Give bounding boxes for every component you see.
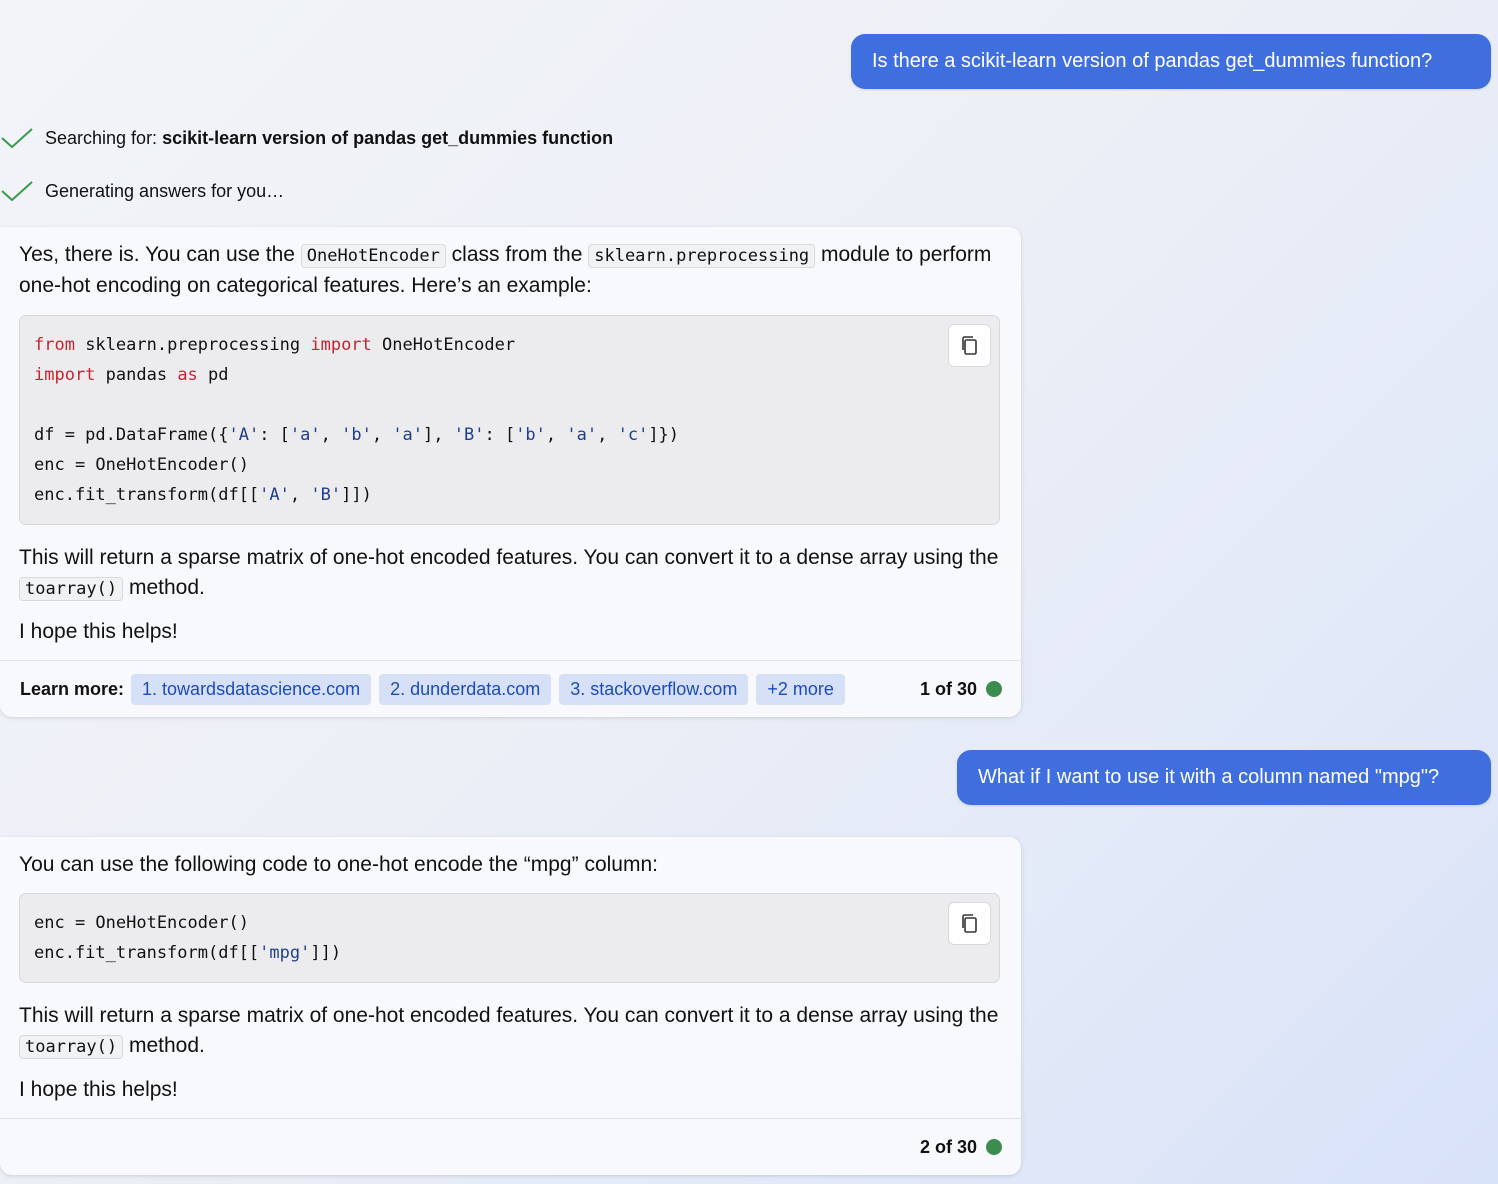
code-keyword: import — [310, 335, 372, 355]
code-string: 'A' — [228, 425, 260, 445]
status-generating-text: Generating answers for you… — [45, 180, 285, 201]
status-searching: Searching for: scikit-learn version of p… — [0, 126, 613, 150]
copy-code-button[interactable] — [948, 902, 991, 945]
code-line: from sklearn.preprocessing import OneHot… — [34, 330, 679, 360]
checkmark-icon — [1, 181, 33, 202]
source-link[interactable]: 2. dunderdata.com — [379, 673, 552, 705]
response-closing: I hope this helps! — [19, 620, 178, 643]
code-lines: from sklearn.preprocessing import OneHot… — [34, 330, 679, 510]
code-line: enc.fit_transform(df[['mpg']]) — [34, 938, 341, 968]
code-string: 'b' — [515, 425, 546, 445]
code-line: import pandas as pd — [34, 360, 679, 390]
user-message: What if I want to use it with a column n… — [957, 750, 1491, 805]
response-closing: I hope this helps! — [19, 1078, 178, 1101]
response-footer: Learn more: 1. towardsdatascience.com 2.… — [0, 660, 1021, 717]
code-token: ], — [423, 425, 454, 445]
response-explanation: This will return a sparse matrix of one-… — [0, 1001, 1021, 1062]
code-token: enc.fit_transform(df[[ — [34, 943, 260, 963]
status-dot — [986, 681, 1002, 697]
code-block: from sklearn.preprocessing import OneHot… — [19, 315, 1000, 525]
intro-text: class from the — [445, 243, 589, 266]
code-line: enc = OneHotEncoder() — [34, 913, 249, 933]
code-keyword: import — [34, 365, 96, 385]
inline-code: toarray() — [19, 1035, 124, 1059]
code-string: 'A' — [259, 485, 290, 505]
bot-response-card: Yes, there is. You can use the OneHotEnc… — [0, 227, 1021, 717]
code-block: enc = OneHotEncoder() enc.fit_transform(… — [19, 893, 1000, 983]
copy-icon — [961, 335, 977, 355]
inline-code: sklearn.preprocessing — [588, 244, 816, 268]
bot-response-card: You can use the following code to one-ho… — [0, 837, 1021, 1175]
code-string: 'B' — [453, 425, 485, 445]
status-dot — [986, 1139, 1002, 1155]
code-token: OneHotEncoder — [371, 335, 516, 355]
code-token: df = pd.DataFrame({ — [34, 425, 229, 445]
code-token: , — [320, 425, 342, 445]
turn-counter-text: 1 of 30 — [919, 678, 977, 699]
turn-counter-text: 2 of 30 — [919, 1136, 977, 1157]
more-sources-button[interactable]: +2 more — [756, 673, 845, 705]
code-line: enc.fit_transform(df[['A', 'B']]) — [34, 480, 679, 510]
code-token: , — [545, 425, 567, 445]
explanation-text: method. — [123, 576, 205, 599]
turn-counter: 1 of 30 — [920, 679, 1002, 700]
code-token: : [ — [259, 425, 290, 445]
code-token: ]}) — [648, 425, 680, 445]
intro-text: Yes, there is. You can use the — [19, 243, 301, 266]
response-intro: You can use the following code to one-ho… — [19, 853, 658, 876]
explanation-text: This will return a sparse matrix of one-… — [19, 546, 999, 569]
status-search-query: scikit-learn version of pandas get_dummi… — [162, 127, 614, 148]
code-string: 'a' — [566, 425, 598, 445]
response-intro: Yes, there is. You can use the OneHotEnc… — [0, 240, 1021, 301]
response-explanation: This will return a sparse matrix of one-… — [0, 543, 1021, 604]
code-token: pandas — [95, 365, 178, 385]
turn-counter: 2 of 30 — [920, 1137, 1002, 1158]
code-lines: enc = OneHotEncoder() enc.fit_transform(… — [34, 908, 341, 968]
code-token: , — [371, 425, 393, 445]
code-token: pd — [197, 365, 229, 385]
code-token: , — [289, 485, 311, 505]
copy-code-button[interactable] — [948, 324, 991, 367]
source-link[interactable]: 3. stackoverflow.com — [559, 673, 749, 705]
user-message: Is there a scikit-learn version of panda… — [851, 34, 1491, 89]
copy-icon — [961, 913, 977, 933]
checkmark-icon — [1, 128, 33, 149]
code-token: : [ — [484, 425, 516, 445]
code-keyword: from — [34, 335, 75, 355]
status-generating: Generating answers for you… — [0, 179, 284, 203]
code-string: 'a' — [392, 425, 424, 445]
inline-code: toarray() — [19, 577, 124, 601]
code-line: df = pd.DataFrame({'A': ['a', 'b', 'a'],… — [34, 420, 679, 450]
code-keyword: as — [177, 365, 198, 385]
code-string: 'a' — [289, 425, 321, 445]
code-line: enc = OneHotEncoder() — [34, 455, 249, 475]
code-token: ]]) — [310, 943, 342, 963]
explanation-text: This will return a sparse matrix of one-… — [19, 1004, 999, 1027]
status-search-prefix: Searching for: — [45, 127, 163, 148]
inline-code: OneHotEncoder — [300, 244, 446, 268]
source-link[interactable]: 1. towardsdatascience.com — [131, 673, 372, 705]
code-string: 'mpg' — [259, 943, 311, 963]
code-string: 'c' — [617, 425, 649, 445]
learn-more-label: Learn more: — [20, 678, 125, 699]
code-string: 'B' — [310, 485, 342, 505]
code-token: enc.fit_transform(df[[ — [34, 485, 260, 505]
code-token: sklearn.preprocessing — [74, 335, 311, 355]
response-footer: 2 of 30 — [0, 1118, 1021, 1175]
code-token: , — [597, 425, 618, 445]
explanation-text: method. — [123, 1034, 205, 1057]
code-token: ]]) — [341, 485, 372, 505]
code-string: 'b' — [341, 425, 372, 445]
